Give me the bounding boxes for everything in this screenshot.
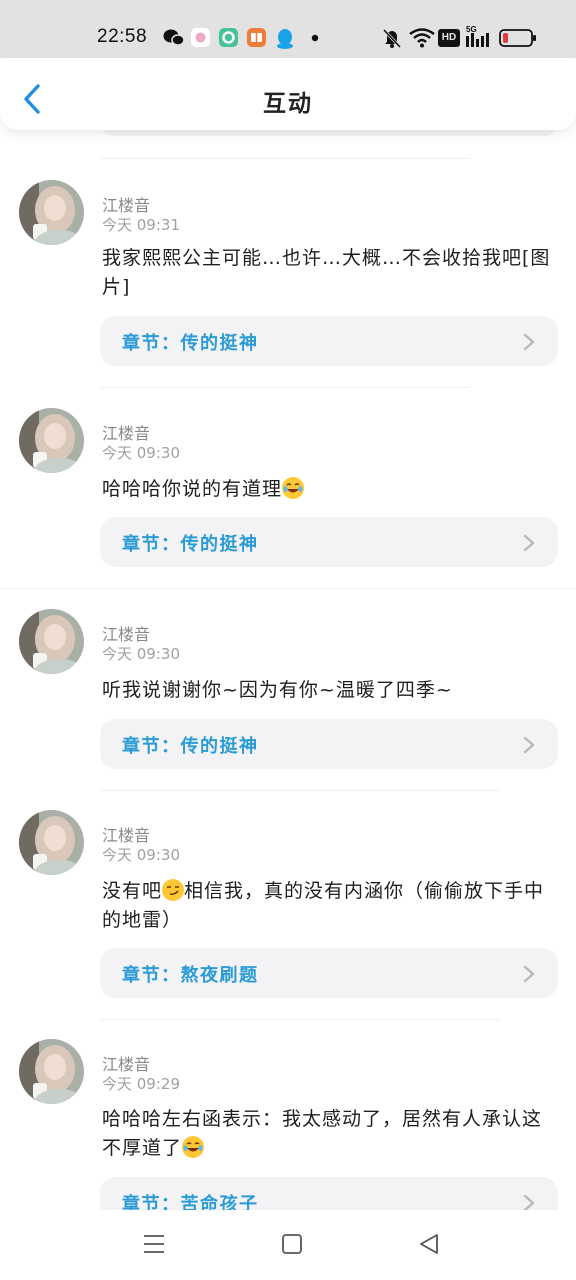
system-navigation-bar <box>0 1210 576 1280</box>
back-triangle-icon[interactable] <box>418 1232 440 1256</box>
battery-low-icon <box>499 29 536 47</box>
chapter-label: 章节：熬夜刷题 <box>122 965 259 986</box>
chapter-label: 章节：苦命孩子 <box>122 1194 259 1210</box>
chapter-label: 章节：传的挺神 <box>122 736 259 757</box>
ring-app-icon <box>219 28 238 47</box>
partial-chapter-card[interactable] <box>100 130 558 136</box>
chevron-right-icon <box>523 534 535 552</box>
comment-time: 今天 09:31 <box>102 216 180 234</box>
laughing-tears-emoji-icon <box>182 1136 205 1158</box>
status-time: 22:58 <box>97 26 148 47</box>
comment-text-part-1: 没有吧 <box>102 880 163 902</box>
divider <box>100 158 470 159</box>
comment-time: 今天 09:30 <box>102 846 180 864</box>
avatar[interactable] <box>19 180 84 245</box>
comment-text: 听我说谢谢你~因为有你~温暖了四季~ <box>102 679 453 701</box>
status-bar: 22:58 HD 5G <box>0 0 576 62</box>
chapter-link[interactable]: 章节：传的挺神 <box>100 316 558 366</box>
chevron-right-icon <box>523 1194 535 1210</box>
chapter-link[interactable]: 章节：传的挺神 <box>100 719 558 769</box>
bell-off-icon <box>382 28 402 49</box>
chapter-label: 章节：传的挺神 <box>122 333 259 354</box>
user-name[interactable]: 江楼音 <box>102 192 150 216</box>
divider <box>100 1019 500 1020</box>
avatar[interactable] <box>19 609 84 674</box>
chapter-link[interactable]: 章节：苦命孩子 <box>100 1177 558 1210</box>
top-app-bar: 互动 <box>0 58 576 130</box>
comment-time: 今天 09:30 <box>102 645 180 663</box>
comment-text-content: 哈哈哈你说的有道理 <box>102 478 283 500</box>
hd-badge: HD <box>438 29 460 47</box>
signal-5g-icon <box>466 33 489 47</box>
comment-text: 哈哈哈左右函表示：我太感动了，居然有人承认这不厚道了 <box>102 1105 552 1163</box>
user-name[interactable]: 江楼音 <box>102 822 150 846</box>
chevron-right-icon <box>523 736 535 754</box>
home-square-icon[interactable] <box>281 1232 303 1256</box>
user-name[interactable]: 江楼音 <box>102 420 150 444</box>
comment-text-content: 哈哈哈左右函表示：我太感动了，居然有人承认这不厚道了 <box>102 1108 543 1159</box>
wechat-icon <box>163 29 185 46</box>
divider <box>100 387 470 388</box>
user-name[interactable]: 江楼音 <box>102 621 150 645</box>
divider <box>0 588 576 589</box>
comment-text: 没有吧 相信我，真的没有内涵你（偷偷放下手中的地雷） <box>102 877 552 935</box>
chapter-link[interactable]: 章节：熬夜刷题 <box>100 948 558 998</box>
chapter-link[interactable]: 章节：传的挺神 <box>100 517 558 567</box>
book-app-icon <box>247 28 266 47</box>
page-title: 互动 <box>263 91 313 117</box>
avatar[interactable] <box>19 408 84 473</box>
chevron-right-icon <box>523 965 535 983</box>
smirk-emoji-icon <box>162 879 185 901</box>
user-name[interactable]: 江楼音 <box>102 1051 150 1075</box>
interaction-feed[interactable]: 江楼音 今天 09:31 我家熙熙公主可能…也许…大概…不会收拾我吧[图片] 章… <box>0 130 576 1210</box>
divider <box>100 790 500 791</box>
menu-icon[interactable] <box>143 1232 165 1256</box>
wifi-icon <box>409 28 435 48</box>
avatar[interactable] <box>19 1039 84 1104</box>
laughing-tears-emoji-icon <box>282 477 305 499</box>
comment-time: 今天 09:29 <box>102 1075 180 1093</box>
comment-text: 我家熙熙公主可能…也许…大概…不会收拾我吧[图片] <box>102 247 551 298</box>
more-notifications-dot-icon <box>311 34 319 42</box>
avatar[interactable] <box>19 810 84 875</box>
chapter-label: 章节：传的挺神 <box>122 534 259 555</box>
comment-time: 今天 09:30 <box>102 444 180 462</box>
flower-app-icon <box>191 28 210 47</box>
qq-icon <box>277 29 293 49</box>
comment-text: 哈哈哈你说的有道理 <box>102 475 552 504</box>
chevron-right-icon <box>523 333 535 351</box>
